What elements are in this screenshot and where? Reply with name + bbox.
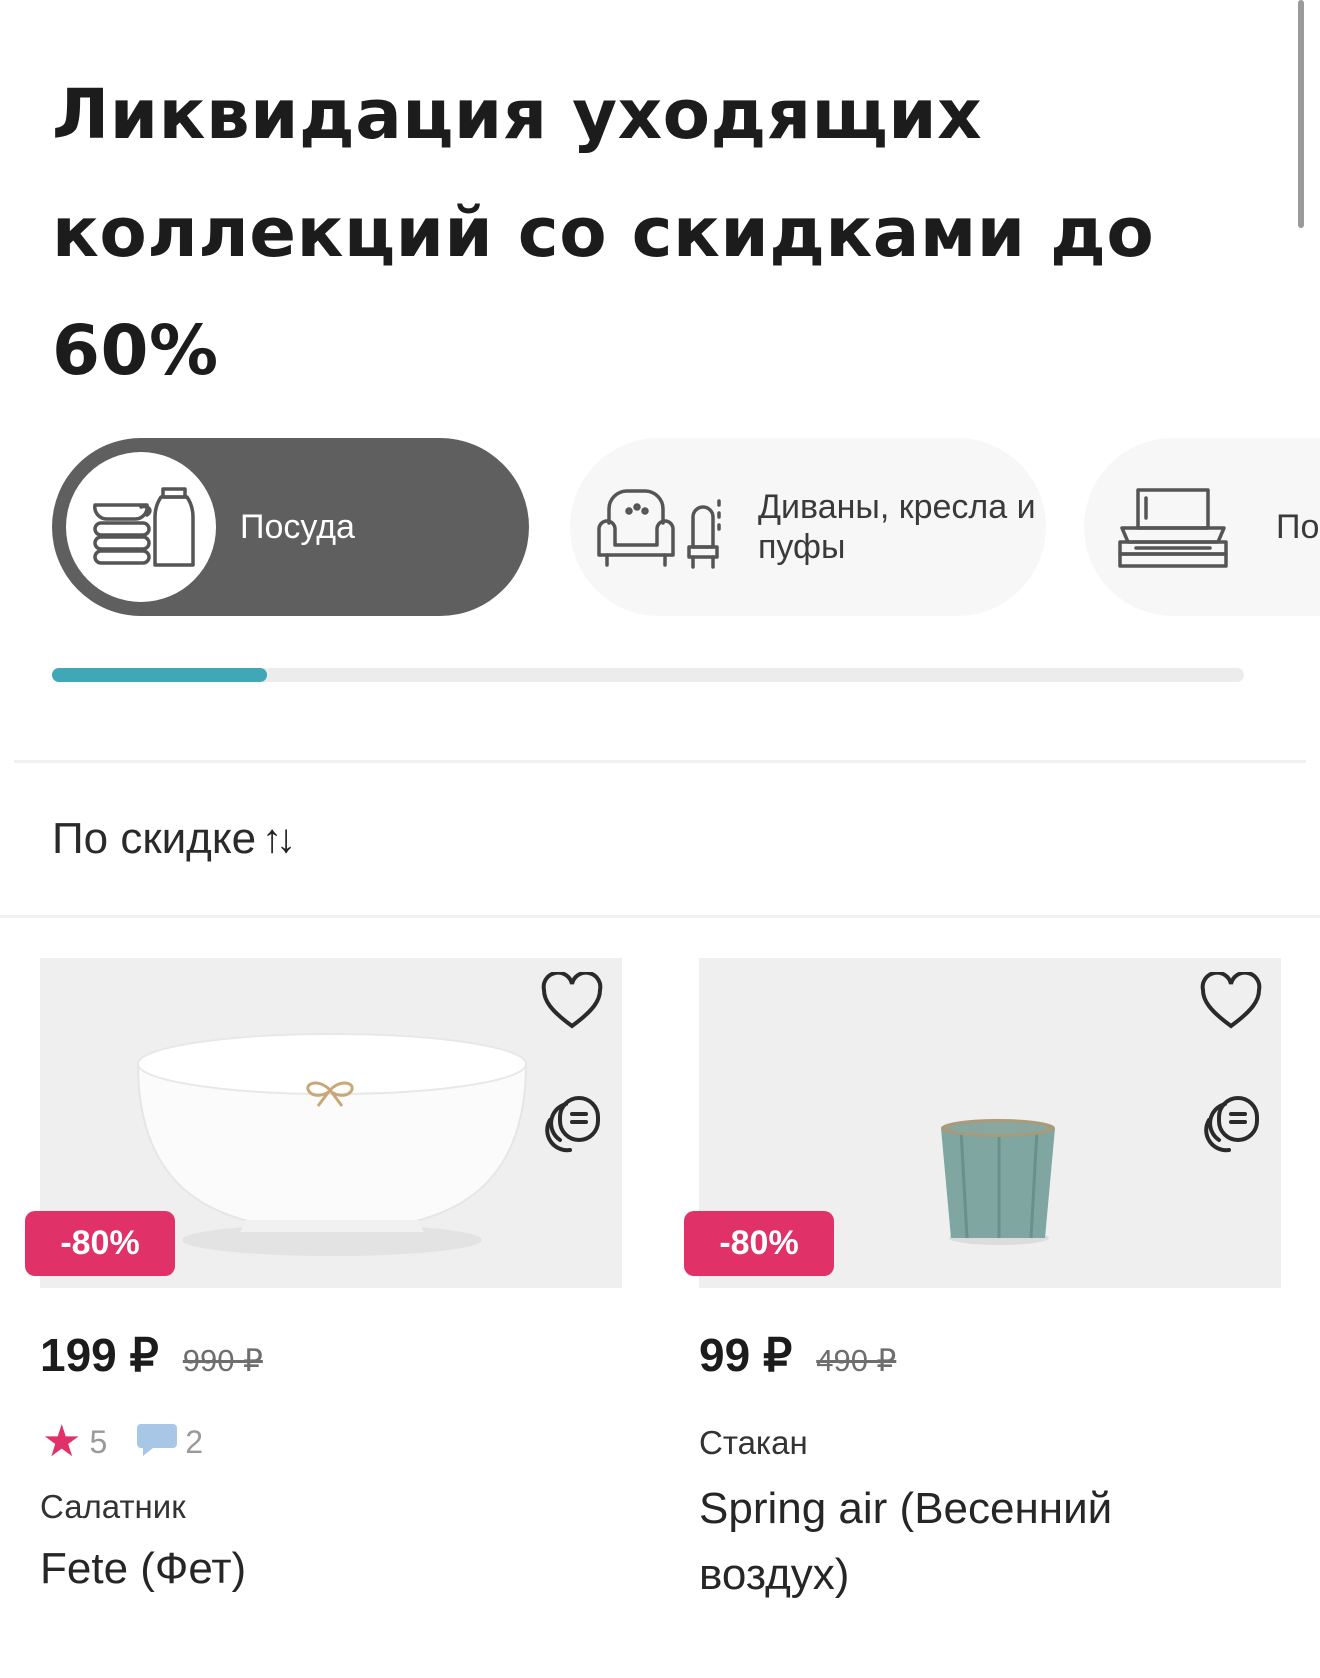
product-image[interactable]: -80% bbox=[25, 958, 622, 1288]
category-scroll-indicator bbox=[52, 668, 1244, 682]
price-row: 99 ₽ 490 ₽ bbox=[699, 1328, 896, 1382]
price: 99 ₽ bbox=[699, 1329, 793, 1381]
rating-row: ★ 5 2 bbox=[42, 1420, 203, 1464]
product-card[interactable]: -80% 199 ₽ 990 ₽ ★ 5 2 Салатник Fete (Фе… bbox=[25, 958, 622, 1593]
divider bbox=[14, 760, 1306, 763]
bedding-icon bbox=[1098, 452, 1248, 602]
category-scroll-indicator-fill bbox=[52, 668, 267, 682]
product-name[interactable]: Fete (Фет) bbox=[40, 1536, 600, 1602]
sort-label: По скидке bbox=[52, 814, 257, 863]
category-label: Посуда bbox=[240, 508, 355, 546]
price: 199 ₽ bbox=[40, 1329, 159, 1381]
compare-icon[interactable] bbox=[538, 1090, 604, 1156]
favorite-heart-icon[interactable] bbox=[540, 970, 604, 1032]
product-card[interactable]: -80% 99 ₽ 490 ₽ Стакан Spring air (Весен… bbox=[684, 958, 1281, 1599]
category-dishes[interactable]: Посуда bbox=[52, 438, 529, 616]
product-type: Стакан bbox=[699, 1424, 808, 1461]
favorite-heart-icon[interactable] bbox=[1199, 970, 1263, 1032]
compare-icon[interactable] bbox=[1197, 1090, 1263, 1156]
sort-button[interactable]: По скидке ↑↓ bbox=[52, 814, 296, 864]
category-label: По од bbox=[1276, 508, 1320, 546]
old-price: 990 ₽ bbox=[182, 1343, 263, 1378]
page-scrollbar[interactable] bbox=[1298, 0, 1304, 228]
old-price: 490 ₽ bbox=[816, 1343, 897, 1378]
price-row: 199 ₽ 990 ₽ bbox=[40, 1328, 263, 1382]
product-name[interactable]: Spring air (Весенний воздух) bbox=[699, 1476, 1259, 1608]
category-bedding[interactable]: По од bbox=[1084, 438, 1320, 616]
rating-value: 5 bbox=[89, 1423, 108, 1460]
armchair-icon bbox=[584, 452, 734, 602]
reviews-count: 2 bbox=[185, 1423, 204, 1460]
discount-badge: -80% bbox=[684, 1211, 834, 1276]
comment-bubble-icon bbox=[137, 1420, 178, 1464]
discount-badge: -80% bbox=[25, 1211, 175, 1276]
category-label: Диваны, кресла и пуфы bbox=[758, 488, 1036, 566]
star-icon: ★ bbox=[42, 1417, 82, 1466]
category-sofas[interactable]: Диваны, кресла и пуфы bbox=[570, 438, 1046, 616]
divider bbox=[0, 915, 1320, 918]
category-carousel[interactable]: Посуда Диваны, кресла и пуфы По bbox=[52, 438, 1320, 618]
page-title: Ликвидация уходящих коллекций со скидкам… bbox=[52, 75, 1155, 391]
product-type: Салатник bbox=[40, 1488, 186, 1525]
product-image[interactable]: -80% bbox=[684, 958, 1281, 1288]
sort-arrows-icon: ↑↓ bbox=[262, 816, 296, 861]
dishes-icon bbox=[66, 452, 216, 602]
